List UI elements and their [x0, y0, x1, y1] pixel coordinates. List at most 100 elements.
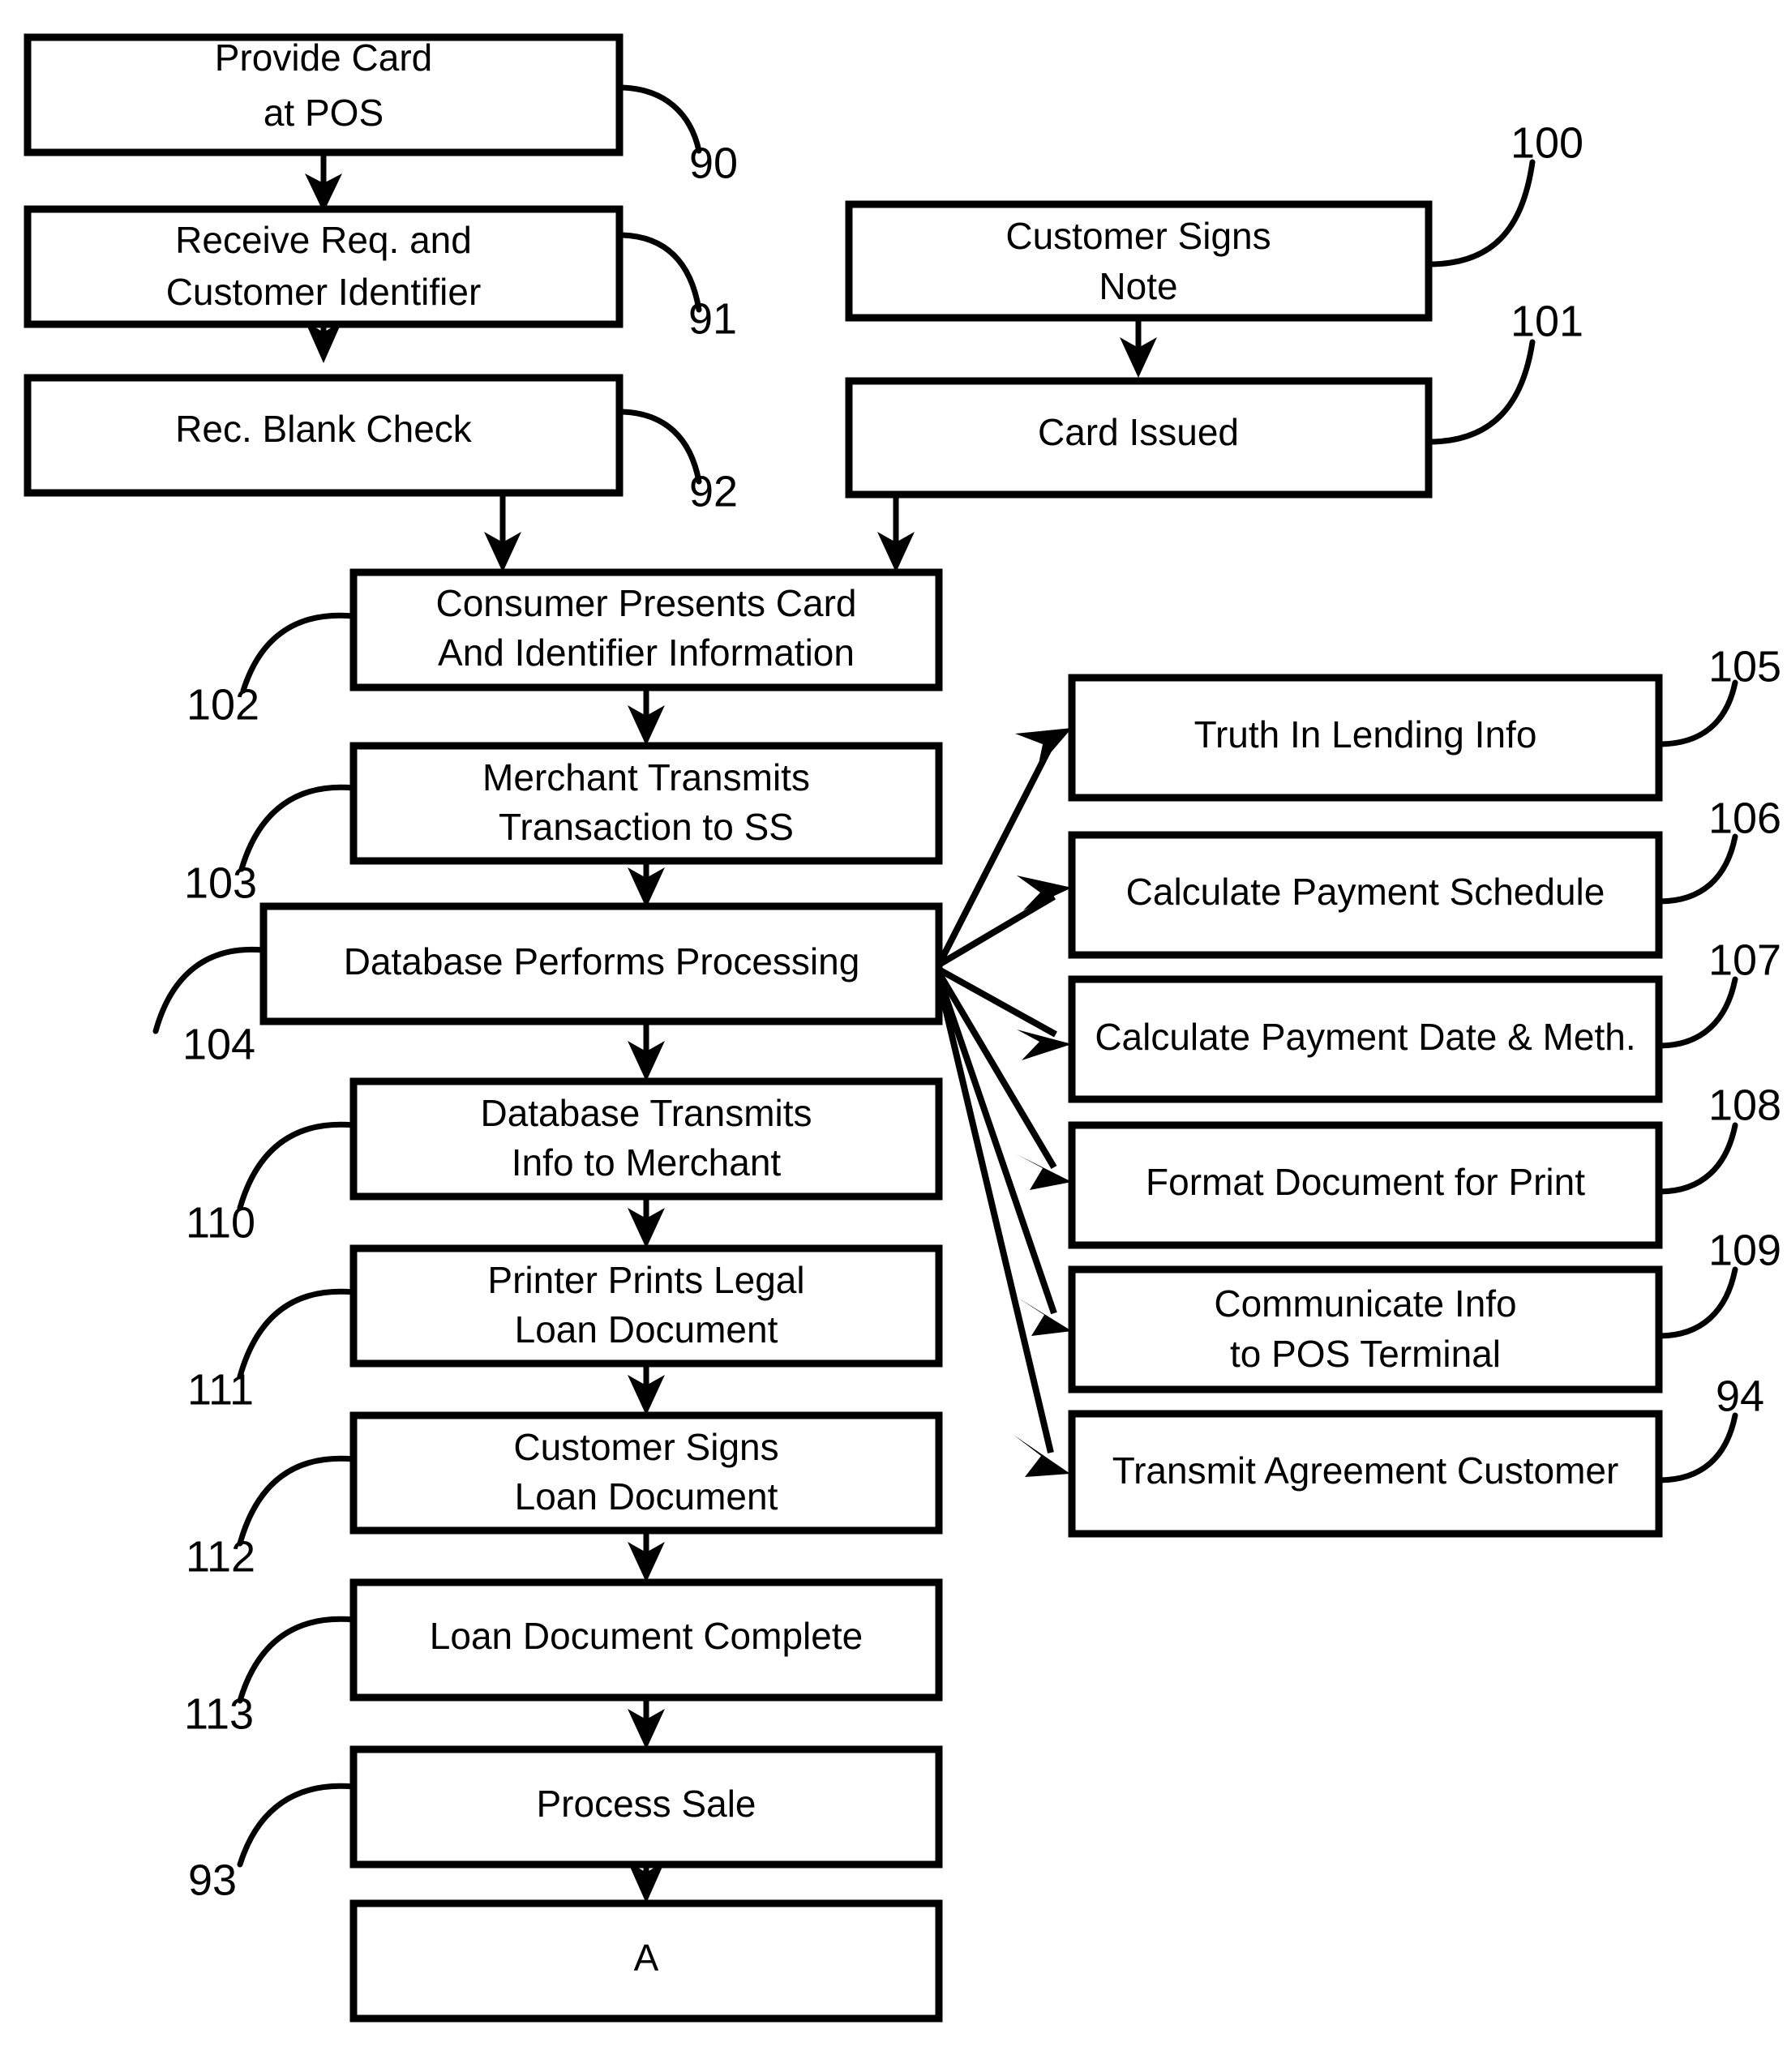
node-label-line: Loan Document — [515, 1475, 778, 1518]
node-truth-in-lending-info: Truth In Lending Info — [1068, 674, 1663, 802]
ref-number-102: 102 — [186, 680, 259, 729]
node-label-line: Truth In Lending Info — [1194, 713, 1537, 756]
ref-number-103: 103 — [184, 858, 257, 907]
node-label-line: Transaction to SS — [499, 806, 794, 848]
node-label-line: Rec. Blank Check — [175, 408, 473, 450]
edge-113-to-93 — [628, 1697, 665, 1749]
node-label-line: And Identifier Information — [438, 631, 855, 674]
flowchart-diagram: Provide Card at POS 90 Receive Req. and … — [0, 0, 1787, 2072]
node-consumer-presents-card: Consumer Presents Card And Identifier In… — [349, 568, 943, 691]
ref-number-93: 93 — [188, 1856, 237, 1904]
node-label-line: Transmit Agreement Customer — [1112, 1449, 1619, 1492]
node-customer-signs-loan-document: Customer Signs Loan Document — [349, 1411, 943, 1535]
node-loan-document-complete: Loan Document Complete — [349, 1578, 943, 1702]
node-label-line: Database Performs Processing — [344, 940, 860, 982]
edge-90-to-91 — [305, 152, 342, 212]
leader-line-92 — [619, 409, 702, 485]
edge-91-to-92 — [305, 321, 342, 363]
node-label-line: Card Issued — [1038, 411, 1239, 453]
edge-100-to-101 — [1120, 318, 1157, 378]
node-format-document-for-print: Format Document for Print — [1068, 1121, 1663, 1249]
leader-line-104 — [152, 946, 267, 1034]
node-label-line: Loan Document Complete — [430, 1615, 863, 1657]
leader-line-108 — [1656, 1122, 1738, 1195]
node-label-line: Process Sale — [536, 1783, 756, 1825]
node-calculate-payment-schedule: Calculate Payment Schedule — [1068, 831, 1663, 959]
ref-number-109: 109 — [1708, 1226, 1781, 1274]
node-connector-a: A — [349, 1899, 943, 2023]
node-label-line: Receive Req. and — [175, 219, 472, 261]
node-label-line: Info to Merchant — [512, 1141, 782, 1184]
edge-101-to-102 — [877, 494, 915, 572]
arrowhead — [1017, 1030, 1072, 1060]
leader-line-91 — [619, 232, 702, 313]
node-label-line: Printer Prints Legal — [487, 1259, 804, 1301]
edge-104-to-110 — [628, 1021, 665, 1081]
leader-line-93 — [237, 1783, 357, 1868]
leader-line-106 — [1656, 833, 1738, 905]
edge-92-to-102 — [484, 493, 521, 572]
node-label-line: Provide Card — [215, 36, 432, 79]
ref-number-113: 113 — [184, 1689, 254, 1738]
node-receive-req-and-customer-identifier: Receive Req. and Customer Identifier — [24, 205, 624, 328]
flowchart-svg: Provide Card at POS 90 Receive Req. and … — [24, 33, 1781, 2023]
edge-93-to-A — [628, 1861, 665, 1903]
leader-line-102 — [240, 612, 357, 694]
node-label-line: Customer Signs — [1005, 215, 1271, 257]
leader-line-101 — [1425, 339, 1536, 445]
node-card-issued: Card Issued — [845, 377, 1433, 499]
edge-112-to-113 — [628, 1530, 665, 1582]
node-label-line: Database Transmits — [480, 1092, 812, 1134]
ref-number-100: 100 — [1511, 118, 1583, 167]
node-provide-card-at-pos: Provide Card at POS — [24, 33, 624, 156]
node-communicate-info-to-pos-terminal: Communicate Info to POS Terminal — [1068, 1265, 1663, 1393]
node-calculate-payment-date-method: Calculate Payment Date & Meth. — [1068, 975, 1663, 1103]
ref-number-105: 105 — [1708, 642, 1781, 691]
leader-line-109 — [1656, 1266, 1738, 1339]
node-transmit-agreement-customer: Transmit Agreement Customer — [1068, 1410, 1663, 1538]
node-merchant-transmits-transaction: Merchant Transmits Transaction to SS — [349, 742, 943, 865]
leader-line-94 — [1656, 1412, 1738, 1483]
node-customer-signs-note: Customer Signs Note — [845, 200, 1433, 322]
leader-line-113 — [237, 1616, 357, 1704]
leader-line-112 — [237, 1455, 357, 1547]
node-rec-blank-check: Rec. Blank Check — [24, 374, 624, 497]
node-label-line: Calculate Payment Schedule — [1126, 871, 1605, 913]
leader-line-111 — [237, 1288, 357, 1380]
ref-number-90: 90 — [689, 139, 738, 187]
node-label-line: Note — [1099, 265, 1177, 307]
node-label-line: Calculate Payment Date & Meth. — [1095, 1016, 1635, 1058]
ref-number-108: 108 — [1708, 1081, 1781, 1129]
leader-line-90 — [619, 84, 702, 154]
edge-103-to-104 — [628, 861, 665, 908]
ref-number-112: 112 — [186, 1532, 255, 1581]
node-label-line: Consumer Presents Card — [436, 582, 857, 624]
leader-line-107 — [1656, 976, 1738, 1049]
ref-number-110: 110 — [186, 1198, 255, 1247]
node-label-line: Format Document for Print — [1146, 1161, 1585, 1203]
node-database-performs-processing: Database Performs Processing — [259, 902, 943, 1025]
node-database-transmits-info: Database Transmits Info to Merchant — [349, 1077, 943, 1201]
leader-line-105 — [1656, 679, 1738, 747]
ref-number-107: 107 — [1708, 935, 1781, 984]
ref-number-111: 111 — [187, 1365, 254, 1414]
node-label-line: Customer Identifier — [166, 271, 482, 313]
node-printer-prints-legal-loan-document: Printer Prints Legal Loan Document — [349, 1244, 943, 1368]
edge-110-to-111 — [628, 1197, 665, 1248]
ref-number-106: 106 — [1708, 794, 1781, 842]
leader-line-103 — [238, 784, 357, 872]
node-label-line: Loan Document — [515, 1308, 778, 1351]
node-label-line: Customer Signs — [513, 1426, 778, 1468]
arrowhead — [1017, 1154, 1072, 1190]
node-label-line: to POS Terminal — [1230, 1333, 1501, 1375]
node-label-line: A — [634, 1937, 659, 1979]
leader-line-110 — [237, 1121, 357, 1211]
node-label-line: Communicate Info — [1214, 1282, 1516, 1325]
edge-102-to-103 — [628, 687, 665, 746]
ref-number-91: 91 — [688, 294, 737, 343]
ref-number-94: 94 — [1716, 1372, 1764, 1420]
node-label-line: at POS — [264, 92, 384, 134]
node-label-line: Merchant Transmits — [482, 756, 810, 798]
ref-number-101: 101 — [1511, 297, 1583, 345]
ref-number-92: 92 — [689, 467, 738, 516]
